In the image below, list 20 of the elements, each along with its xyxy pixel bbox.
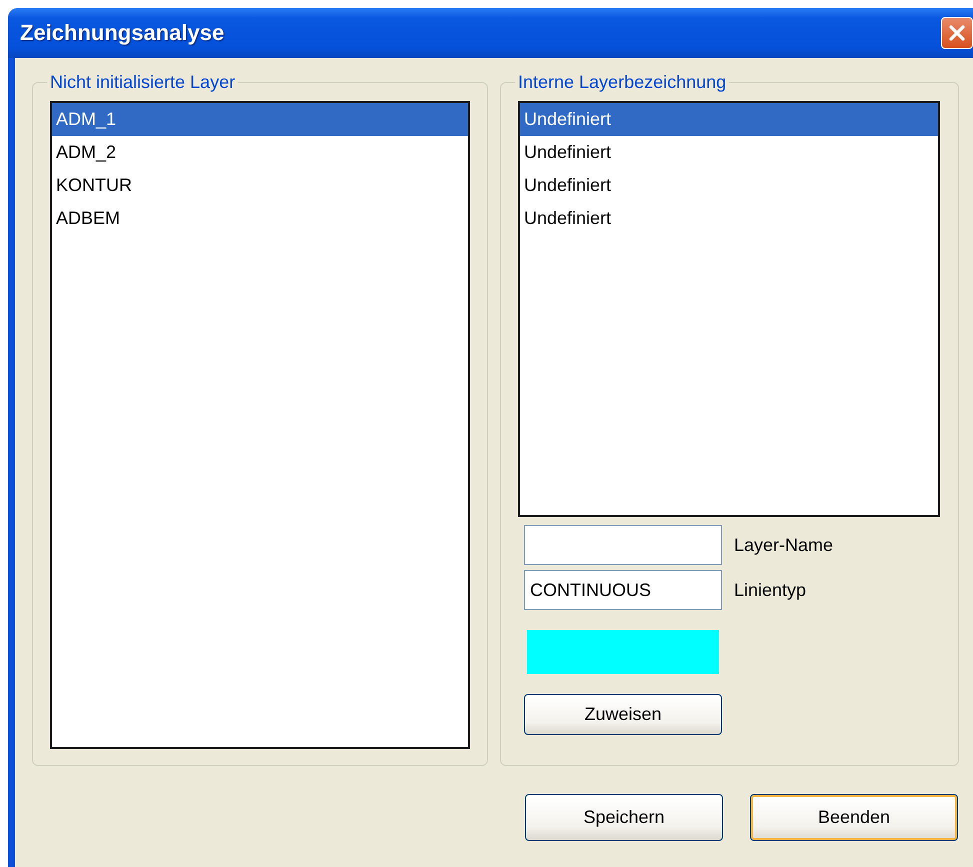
text-field[interactable]: CONTINUOUS: [524, 570, 722, 610]
list-item[interactable]: KONTUR: [52, 169, 468, 202]
list-item[interactable]: ADM_1: [52, 103, 468, 136]
group-label: Nicht initialisierte Layer: [49, 72, 236, 93]
group-label: Interne Layerbezeichnung: [517, 72, 728, 93]
list-item[interactable]: Undefiniert: [520, 103, 938, 136]
window-title: Zeichnungsanalyse: [20, 20, 224, 46]
list-item[interactable]: ADM_2: [52, 136, 468, 169]
close-button[interactable]: [941, 17, 973, 49]
assign-button[interactable]: Zuweisen: [524, 694, 722, 735]
field-label: Linientyp: [734, 580, 806, 600]
field-label: Layer-Name: [734, 534, 834, 556]
list-item[interactable]: Undefiniert: [520, 136, 938, 169]
color-swatch[interactable]: [527, 630, 719, 674]
list-item[interactable]: Undefiniert: [520, 202, 938, 235]
dialog-button[interactable]: Beenden: [750, 794, 958, 841]
list-item[interactable]: Undefiniert: [520, 169, 938, 202]
list-item[interactable]: ADBEM: [52, 202, 468, 235]
dialog-button[interactable]: Speichern: [525, 794, 723, 841]
text-field[interactable]: [524, 525, 722, 565]
